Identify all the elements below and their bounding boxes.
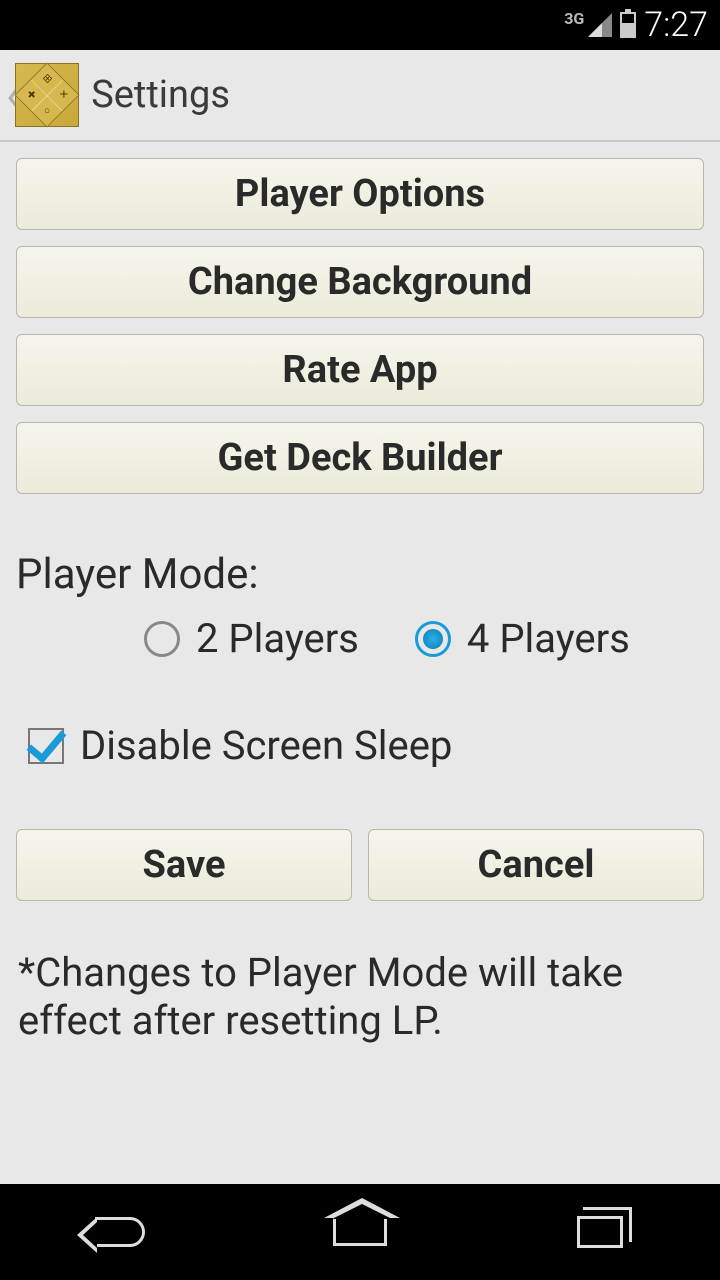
back-icon [95, 1217, 145, 1247]
radio-label: 2 Players [196, 615, 359, 662]
page-title: Settings [91, 73, 230, 117]
status-bar: 3G 7:27 [0, 0, 720, 50]
radio-4-players[interactable]: 4 Players [415, 615, 630, 662]
network-indicator: 3G [564, 9, 584, 28]
change-background-button[interactable]: Change Background [16, 246, 704, 318]
disable-screen-sleep-checkbox[interactable]: Disable Screen Sleep [16, 722, 704, 769]
checkbox-label: Disable Screen Sleep [80, 722, 452, 769]
radio-icon [144, 621, 180, 657]
signal-icon [588, 13, 612, 37]
footer-note: *Changes to Player Mode will take effect… [16, 949, 704, 1045]
radio-2-players[interactable]: 2 Players [144, 615, 359, 662]
checkbox-icon [28, 728, 64, 764]
save-button[interactable]: Save [16, 829, 352, 901]
action-buttons-row: Save Cancel [16, 829, 704, 901]
app-icon[interactable]: ⊞✕✚○ [15, 63, 79, 127]
nav-recent-button[interactable] [540, 1202, 660, 1262]
get-deck-builder-button[interactable]: Get Deck Builder [16, 422, 704, 494]
nav-back-button[interactable] [60, 1202, 180, 1262]
radio-label: 4 Players [467, 615, 630, 662]
recent-apps-icon [577, 1216, 623, 1248]
home-icon [333, 1218, 387, 1246]
player-mode-radio-group: 2 Players 4 Players [16, 615, 704, 662]
radio-icon [415, 621, 451, 657]
action-bar: ‹ ⊞✕✚○ Settings [0, 50, 720, 142]
navigation-bar [0, 1184, 720, 1280]
rate-app-button[interactable]: Rate App [16, 334, 704, 406]
battery-icon [620, 12, 636, 38]
player-options-button[interactable]: Player Options [16, 158, 704, 230]
main-area: Player Options Change Background Rate Ap… [0, 142, 720, 1045]
clock: 7:27 [644, 5, 708, 45]
player-mode-label: Player Mode: [16, 550, 704, 599]
app-content: ‹ ⊞✕✚○ Settings Player Options Change Ba… [0, 50, 720, 1184]
cancel-button[interactable]: Cancel [368, 829, 704, 901]
nav-home-button[interactable] [300, 1202, 420, 1262]
